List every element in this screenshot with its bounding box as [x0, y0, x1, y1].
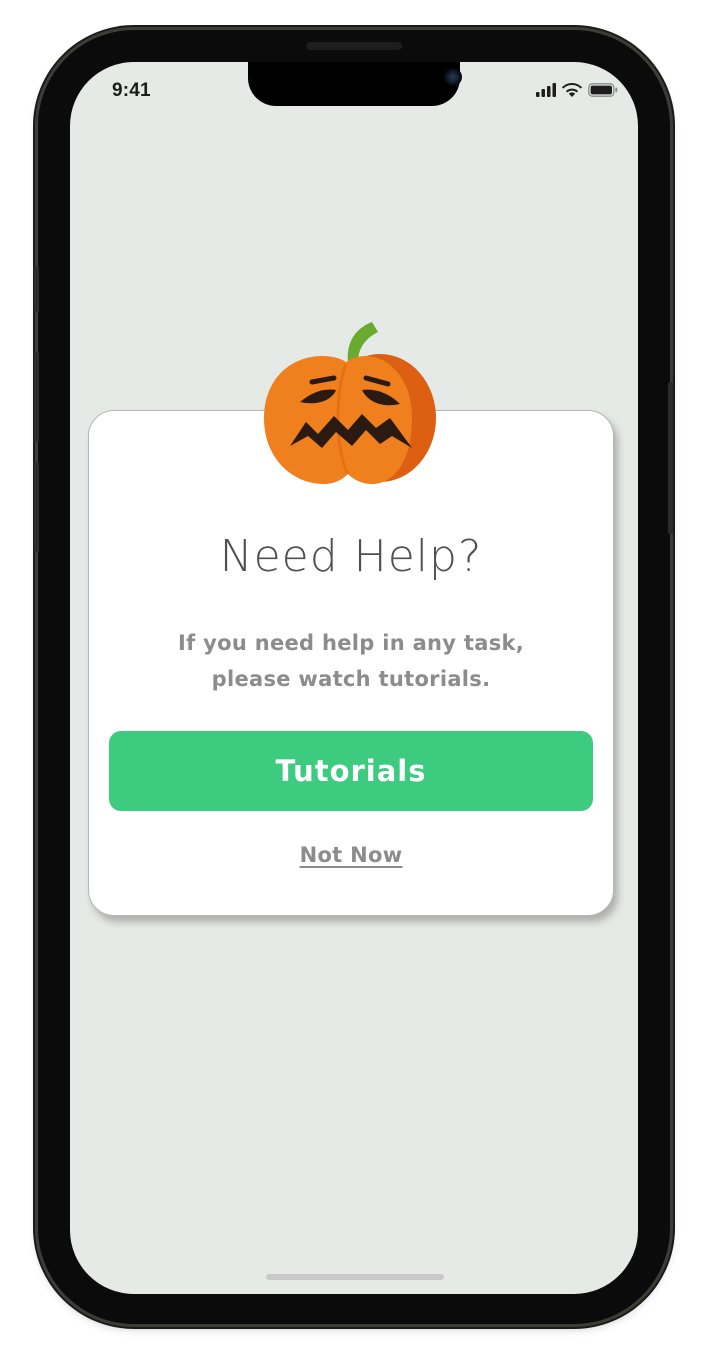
tutorials-button[interactable]: Tutorials	[109, 731, 593, 811]
pumpkin-icon	[264, 322, 436, 484]
dialog-title: Need Help?	[219, 531, 483, 582]
notch	[248, 62, 462, 106]
signal-icon	[536, 82, 556, 97]
phone-screen: 9:41 Need Help? If you need help in any …	[70, 62, 638, 1294]
not-now-link[interactable]: Not Now	[89, 843, 613, 867]
wifi-icon	[562, 83, 582, 97]
volume-up-button	[34, 352, 39, 442]
status-time: 9:41	[112, 80, 151, 101]
volume-down-button	[34, 462, 39, 552]
status-icons	[536, 82, 618, 97]
speaker-grille	[306, 42, 402, 50]
power-button	[668, 382, 673, 534]
battery-icon	[588, 82, 618, 97]
camera-icon	[444, 68, 462, 86]
home-indicator[interactable]	[266, 1274, 444, 1280]
dialog-message: If you need help in any task, please wat…	[177, 631, 525, 691]
silent-switch	[34, 266, 39, 312]
